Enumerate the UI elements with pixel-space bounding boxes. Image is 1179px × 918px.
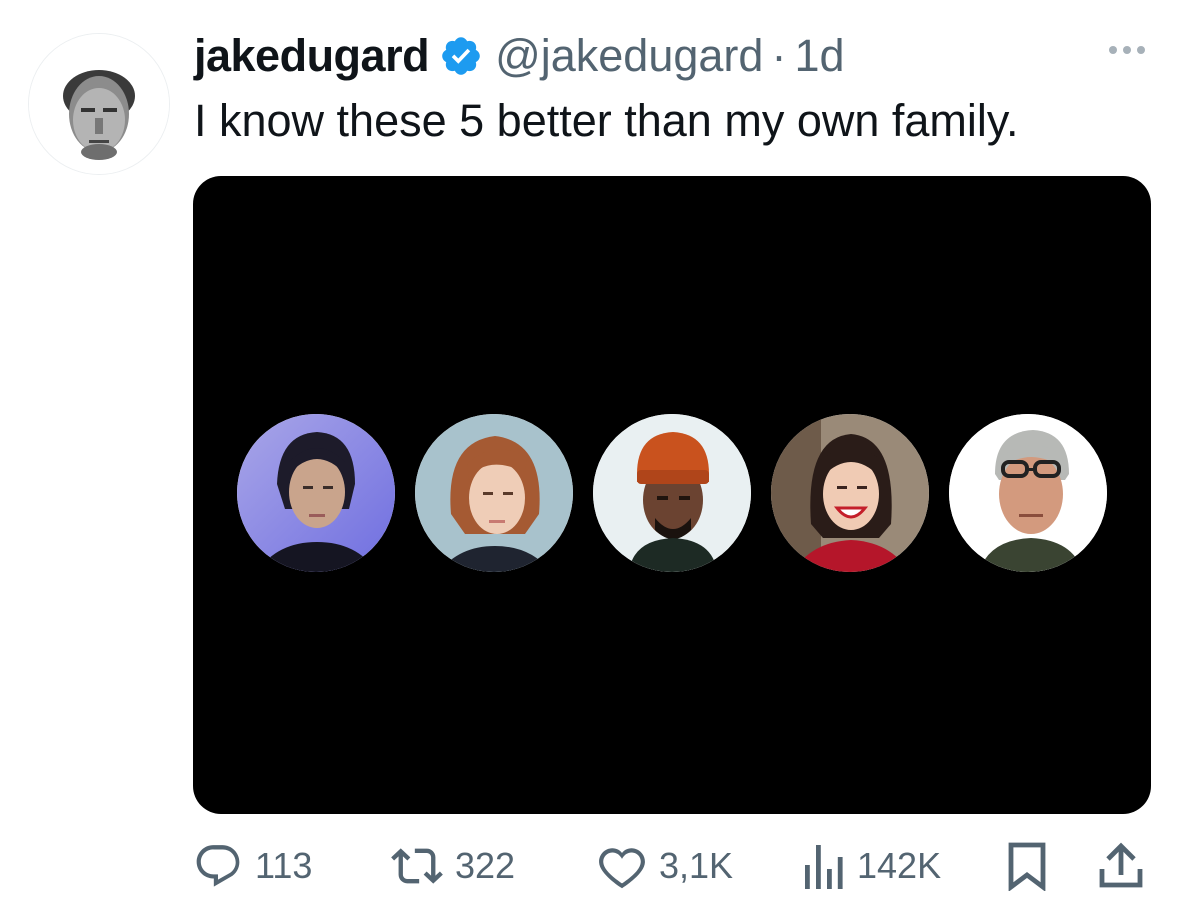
tweet-media[interactable]	[193, 176, 1151, 814]
portrait-woman-smiling-red-top-icon	[771, 414, 929, 572]
portrait-woman-blue-light-icon	[237, 414, 395, 572]
portrait-man-orange-beanie-icon	[593, 414, 751, 572]
avatar-portrait-icon	[29, 34, 169, 174]
bookmark-icon	[1008, 842, 1046, 891]
verified-badge-icon[interactable]	[439, 34, 483, 78]
tweet-header: jakedugard @jakedugard · 1d	[194, 28, 845, 84]
retweet-icon	[391, 848, 443, 884]
views-button[interactable]: 142K	[801, 834, 941, 898]
like-button[interactable]: 3,1K	[597, 834, 733, 898]
tweet-text: I know these 5 better than my own family…	[194, 95, 1019, 146]
share-button[interactable]	[1098, 834, 1144, 898]
retweet-button[interactable]: 322	[391, 834, 515, 898]
header-separator: ·	[771, 30, 787, 81]
reply-icon	[196, 845, 240, 887]
tweet-action-bar: 113 322 3,1K 142K	[193, 834, 1151, 898]
retweet-count: 322	[455, 845, 516, 886]
face-row	[237, 414, 1107, 572]
like-count: 3,1K	[659, 845, 734, 886]
reply-button[interactable]: 113	[193, 834, 312, 898]
share-icon	[1099, 842, 1143, 888]
views-count: 142K	[857, 845, 942, 886]
portrait-woman-auburn-bob-icon	[415, 414, 573, 572]
bar-chart-icon	[805, 845, 843, 889]
author-handle[interactable]: @jakedugard	[495, 28, 763, 84]
tweet-timestamp[interactable]: 1d	[794, 28, 844, 84]
author-avatar[interactable]	[28, 33, 170, 175]
portrait-man-glasses-gray-hair-icon	[949, 414, 1107, 572]
author-display-name[interactable]: jakedugard	[194, 28, 430, 84]
more-options-icon[interactable]	[1109, 46, 1145, 54]
reply-count: 113	[255, 845, 313, 886]
bookmark-button[interactable]	[1005, 834, 1049, 898]
heart-icon	[599, 848, 645, 889]
